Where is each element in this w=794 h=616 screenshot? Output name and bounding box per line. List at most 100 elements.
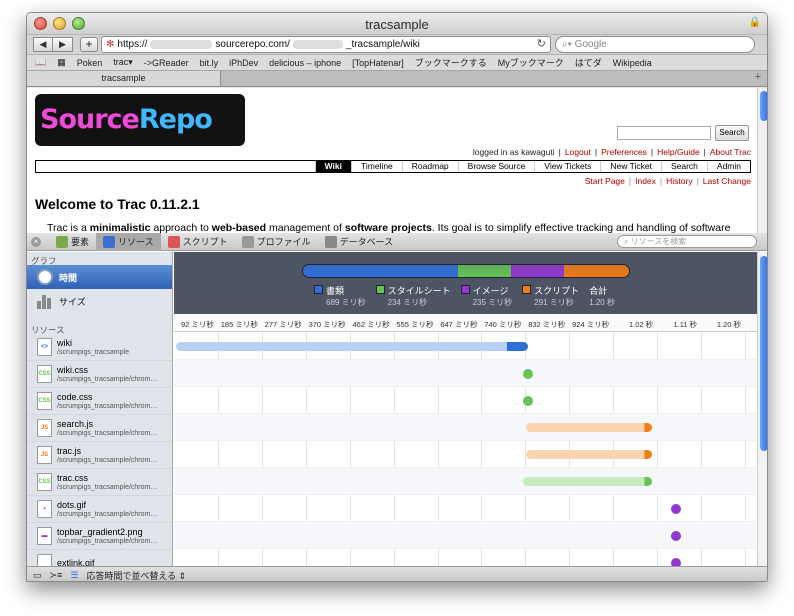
intro-bold: web-based (211, 222, 267, 233)
timeline-row[interactable] (174, 468, 757, 495)
page-heading: Welcome to Trac 0.11.2.1 (35, 196, 200, 212)
bookmark-item[interactable]: bit.ly (200, 58, 219, 68)
preferences-link[interactable]: Preferences (601, 147, 647, 157)
timeline-row[interactable] (174, 522, 757, 549)
graph-size[interactable]: サイズ (27, 289, 172, 313)
logged-in-text: logged in as kawaguti (472, 147, 555, 157)
logout-link[interactable]: Logout (565, 147, 591, 157)
resource-search-input[interactable]: ⌕ リソースを検索 (617, 235, 757, 248)
resource-item[interactable]: JS search.js/scrumpigs_tracsample/chrom… (27, 415, 172, 442)
inspector-status-bar: ▭ ≻≡ ☰ 応答時間で並べ替える ⇕ (27, 566, 767, 582)
time-tick: 277 ミリ秒 (264, 320, 302, 329)
summary-segment (458, 265, 511, 277)
trac-search-input[interactable] (617, 126, 711, 140)
resource-item[interactable]: <> wiki/scrumpigs_tracsample (27, 334, 172, 361)
back-button[interactable]: ◀ (33, 37, 53, 52)
img-file-icon: ▪ (37, 500, 52, 518)
nav-admin[interactable]: Admin (706, 161, 750, 172)
new-tab-button[interactable]: + (755, 71, 761, 83)
web-inspector: × 要素 リソース スクリプト プロファイル データベース ⌕ リソースを検索 … (27, 232, 767, 582)
bookmark-item[interactable]: ->GReader (144, 58, 189, 68)
tab-profiles[interactable]: プロファイル (235, 233, 318, 251)
timeline-row[interactable] (174, 333, 757, 360)
start-page-link[interactable]: Start Page (585, 176, 625, 186)
resource-item[interactable]: CSS code.css/scrumpigs_tracsample/chrom… (27, 388, 172, 415)
tab-resources[interactable]: リソース (96, 232, 161, 251)
about-trac-link[interactable]: About Trac (710, 147, 751, 157)
timeline-row[interactable] (174, 441, 757, 468)
clock-icon (37, 269, 53, 285)
timeline-row[interactable] (174, 414, 757, 441)
tab-scripts[interactable]: スクリプト (161, 233, 235, 251)
resource-name: wiki (57, 337, 72, 348)
nav-timeline[interactable]: Timeline (350, 161, 402, 172)
legend-label: スタイルシート (387, 286, 451, 296)
nav-roadmap[interactable]: Roadmap (401, 161, 458, 172)
nav-search[interactable]: Search (660, 161, 707, 172)
help-guide-link[interactable]: Help/Guide (657, 147, 700, 157)
console-icon[interactable]: ≻≡ (50, 570, 63, 581)
nav-browse-source[interactable]: Browse Source (457, 161, 535, 172)
timeline-row[interactable] (174, 495, 757, 522)
legend-item: スタイルシート 234 ミリ秒 (375, 284, 451, 308)
browser-toolbar: ◀ ▶ + ✻ https:// sourcerepo.com/ _tracsa… (27, 35, 767, 55)
tab-elements[interactable]: 要素 (49, 233, 96, 251)
timeline-row[interactable] (174, 549, 757, 566)
resource-item[interactable]: JS trac.js/scrumpigs_tracsample/chrom… (27, 442, 172, 469)
timeline-row[interactable] (174, 360, 757, 387)
bookmark-item[interactable]: はてダ (575, 56, 602, 69)
history-link[interactable]: History (666, 176, 692, 186)
timing-bar (525, 450, 652, 459)
page-scroll-thumb[interactable] (760, 91, 767, 121)
bookmark-item[interactable]: iPhDev (229, 58, 258, 68)
tab-label: プロファイル (256, 237, 311, 247)
intro-text: Trac is a (47, 222, 90, 233)
timeline-row[interactable] (174, 387, 757, 414)
bookmark-item[interactable]: ブックマークする (415, 56, 487, 69)
inspector-scroll-thumb[interactable] (760, 256, 767, 451)
resource-item[interactable]: ▪ dots.gif/scrumpigs_tracsample/chrom… (27, 496, 172, 523)
nav-view-tickets[interactable]: View Tickets (534, 161, 600, 172)
add-bookmark-button[interactable]: + (80, 37, 98, 52)
page-scrollbar[interactable] (757, 88, 767, 233)
index-link[interactable]: Index (635, 176, 656, 186)
reload-icon[interactable]: ↻ (537, 37, 546, 52)
browser-window: tracsample 🔒 ◀ ▶ + ✻ https:// sourcerepo… (26, 12, 768, 582)
resources-sidebar: グラフ 時間 サイズ リソース <> wiki/scrumpigs_tracsam… (27, 252, 173, 566)
resource-item[interactable]: CSS wiki.css/scrumpigs_tracsample/chrom… (27, 361, 172, 388)
sourcerepo-logo[interactable]: SourceRepo (35, 94, 245, 146)
bookmark-item[interactable]: Wikipedia (613, 58, 652, 68)
forward-button[interactable]: ▶ (53, 37, 73, 52)
list-view-icon[interactable]: ☰ (70, 570, 78, 581)
nav-new-ticket[interactable]: New Ticket (600, 161, 661, 172)
time-tick: 740 ミリ秒 (484, 320, 522, 329)
resource-list: <> wiki/scrumpigs_tracsample CSS wiki.css/s… (27, 334, 172, 566)
url-redacted-2 (292, 40, 343, 49)
dock-icon[interactable]: ▭ (33, 570, 42, 581)
tab-bar: tracsample + (27, 71, 767, 87)
last-change-link[interactable]: Last Change (703, 176, 751, 186)
trac-search-button[interactable]: Search (715, 125, 749, 141)
bookmark-item[interactable]: [TopHatenar] (352, 58, 404, 68)
tab-tracsample[interactable]: tracsample (27, 71, 221, 86)
legend-swatch (522, 285, 532, 294)
resource-item[interactable]: CSS trac.css/scrumpigs_tracsample/chrom… (27, 469, 172, 496)
bookmark-item[interactable]: Myブックマーク (498, 56, 564, 69)
google-search-field[interactable]: ⌕▾ Google (555, 36, 755, 53)
sort-select[interactable]: 応答時間で並べ替える ⇕ (86, 569, 186, 582)
reading-list-icon[interactable]: 📖 (35, 57, 46, 68)
resource-item[interactable]: extlink.gif (27, 550, 172, 566)
top-sites-icon[interactable]: ▦ (57, 57, 66, 68)
address-bar[interactable]: ✻ https:// sourcerepo.com/ _tracsample/w… (101, 36, 551, 53)
url-host: sourcerepo.com/ (215, 39, 290, 50)
resource-item[interactable]: ▬ topbar_gradient2.png/scrumpigs_tracsamp… (27, 523, 172, 550)
tab-databases[interactable]: データベース (318, 233, 401, 251)
close-inspector-icon[interactable]: × (31, 236, 41, 247)
graph-time[interactable]: 時間 (27, 265, 172, 289)
nav-wiki[interactable]: Wiki (314, 161, 351, 172)
bookmark-item[interactable]: Poken (77, 58, 103, 68)
bookmark-item[interactable]: delicious – iphone (269, 58, 341, 68)
bookmark-item[interactable]: trac▾ (113, 57, 133, 68)
timing-dot (670, 504, 681, 514)
inspector-scrollbar[interactable] (757, 252, 767, 566)
